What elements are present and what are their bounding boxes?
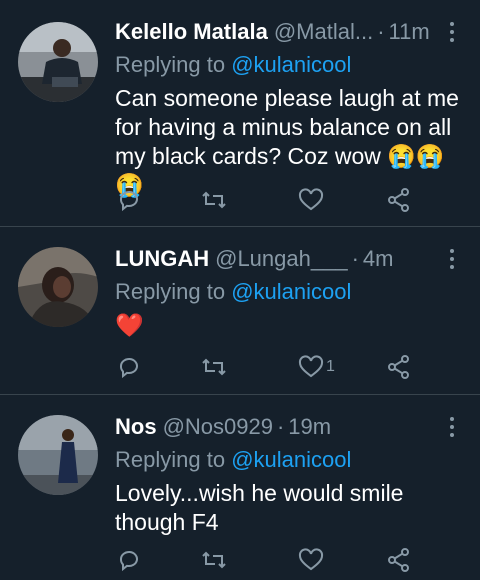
retweet-button[interactable] [200,185,228,215]
share-button[interactable] [386,185,412,215]
replying-to: Replying to @kulanicool [115,278,351,306]
reply-icon [119,358,138,379]
retweet-button[interactable] [200,545,228,575]
retweet-button[interactable] [200,352,228,382]
timestamp[interactable]: 4m [363,245,394,273]
share-icon [388,188,409,212]
tweet-actions: 1 [0,352,480,382]
share-button[interactable] [386,545,412,575]
reply-button[interactable] [117,185,141,215]
avatar[interactable] [18,415,98,495]
user-handle[interactable]: @Matlal... [274,18,373,46]
replying-prefix: Replying to [115,447,226,472]
display-name[interactable]: Kelello Matlala [115,18,268,46]
replying-prefix: Replying to [115,279,226,304]
tweet-header: Kelello Matlala @Matlal... · 11m [115,18,430,46]
tweet[interactable]: Kelello Matlala @Matlal... · 11m Replyin… [0,0,480,227]
tweet-actions [0,545,480,575]
replying-to: Replying to @kulanicool [115,51,351,79]
separator-dot: · [377,19,385,44]
share-button[interactable] [386,352,412,382]
tweet[interactable]: LUNGAH @Lungah___ · 4m Replying to @kula… [0,227,480,395]
mention-link[interactable]: @kulanicool [231,279,351,304]
retweet-icon [202,358,226,376]
share-icon [388,548,409,572]
retweet-icon [202,191,226,209]
timestamp[interactable]: 11m [389,18,430,46]
heart-icon [298,548,324,571]
separator-dot: · [276,414,285,439]
tweet[interactable]: Nos @Nos0929 · 19m Replying to @kulanico… [0,395,480,580]
like-button[interactable]: 1 [298,352,335,382]
heart-icon [298,355,324,378]
display-name[interactable]: LUNGAH [115,245,209,273]
more-icon[interactable] [448,22,456,42]
more-icon[interactable] [448,417,456,437]
separator-dot: · [351,246,359,271]
user-handle[interactable]: @Nos0929 [163,413,273,441]
tweet-text: Can someone please laugh at me for havin… [115,85,459,198]
mention-link[interactable]: @kulanicool [231,52,351,77]
share-icon [388,355,409,379]
mention-link[interactable]: @kulanicool [231,447,351,472]
reply-icon [119,551,138,572]
tweet-header: LUNGAH @Lungah___ · 4m [115,245,393,273]
tweet-actions [0,185,480,215]
tweet-text: ❤️ [115,312,144,338]
tweet-text: Lovely...wish he would smile though F4 [115,480,404,535]
replying-to: Replying to @kulanicool [115,446,351,474]
avatar[interactable] [18,247,98,327]
like-button[interactable] [298,545,326,575]
more-icon[interactable] [448,249,456,269]
retweet-icon [202,551,226,569]
reply-icon [119,191,138,212]
reply-button[interactable] [117,545,141,575]
timestamp[interactable]: 19m [288,413,331,441]
user-handle[interactable]: @Lungah___ [215,245,347,273]
tweet-header: Nos @Nos0929 · 19m [115,413,331,441]
avatar[interactable] [18,22,98,102]
like-count: 1 [326,358,335,375]
heart-icon [298,188,324,211]
reply-button[interactable] [117,352,141,382]
replying-prefix: Replying to [115,52,226,77]
display-name[interactable]: Nos [115,413,157,441]
like-button[interactable] [298,185,326,215]
